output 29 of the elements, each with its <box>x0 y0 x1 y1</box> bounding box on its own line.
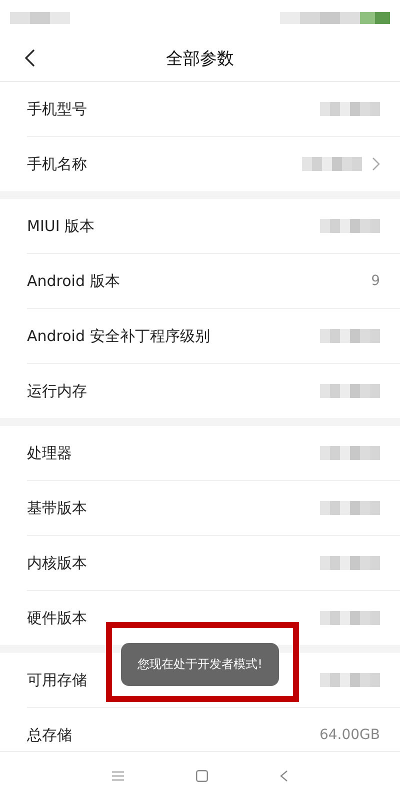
setting-label: Android 安全补丁程序级别 <box>27 326 210 346</box>
pixelated-value <box>320 673 380 687</box>
setting-label: Android 版本 <box>27 272 120 290</box>
pixelated-value <box>320 446 380 460</box>
home-icon[interactable] <box>196 770 208 782</box>
setting-label: 手机名称 <box>27 154 87 174</box>
setting-label: 运行内存 <box>27 382 87 400</box>
pixelated-value <box>320 329 380 343</box>
pixelated-value <box>320 556 380 570</box>
page-title: 全部参数 <box>166 48 234 70</box>
setting-label: 总存储 <box>27 726 72 744</box>
setting-label: MIUI 版本 <box>27 216 95 236</box>
setting-label: 硬件版本 <box>27 608 87 628</box>
pixelated-value <box>320 501 380 515</box>
pixelated-value <box>320 384 380 398</box>
pixelated-value <box>302 157 362 171</box>
setting-label: 内核版本 <box>27 554 87 572</box>
setting-label: 处理器 <box>27 444 72 462</box>
pixelated-status <box>10 12 70 24</box>
setting-label: 可用存储 <box>27 670 87 690</box>
menu-icon[interactable] <box>112 771 124 781</box>
setting-label: 基带版本 <box>27 498 87 518</box>
setting-value: 64.00GB <box>319 727 380 743</box>
pixelated-value <box>320 102 380 116</box>
setting-label: 手机型号 <box>27 100 87 118</box>
pixelated-value <box>320 611 380 625</box>
setting-value: 9 <box>371 273 380 289</box>
pixelated-value <box>320 219 380 233</box>
toast-message: 您现在处于开发者模式! <box>121 643 279 686</box>
